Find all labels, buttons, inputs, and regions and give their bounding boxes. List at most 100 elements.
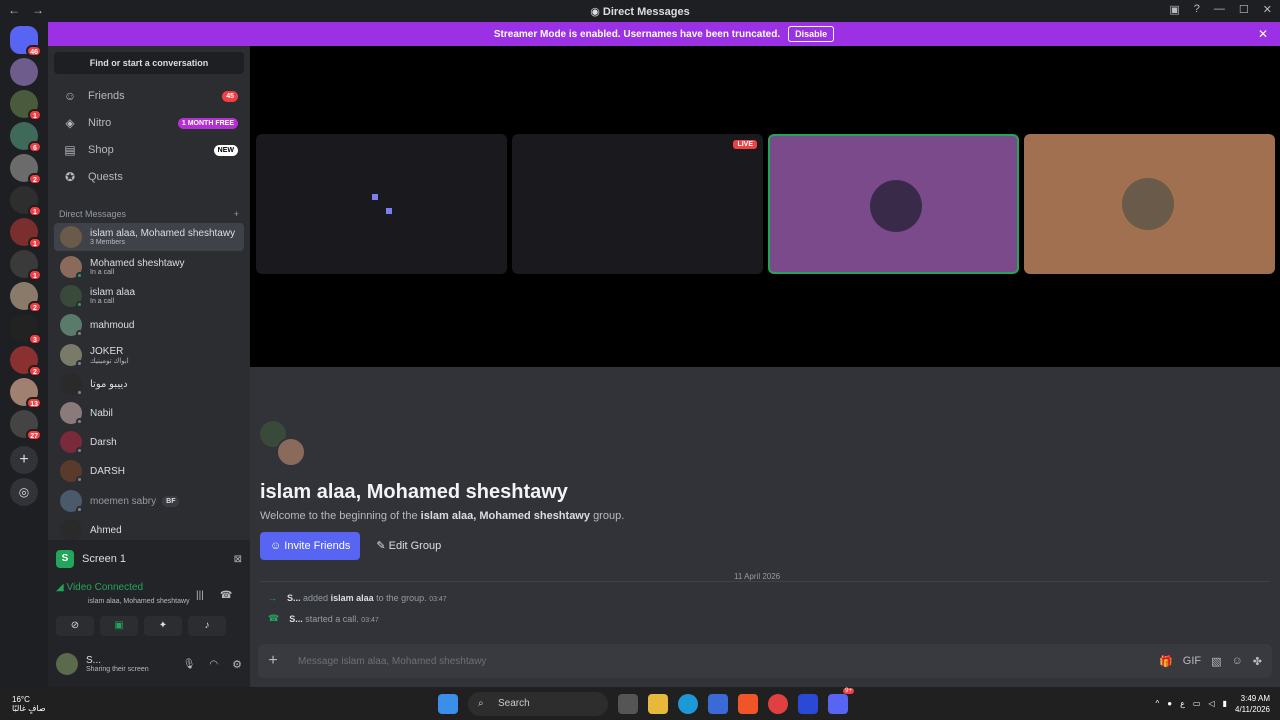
screen-share-button[interactable]: ▣ <box>100 616 138 636</box>
gif-icon[interactable]: GIF <box>1183 655 1201 667</box>
battery-icon[interactable]: ▮ <box>1223 699 1227 708</box>
server-icon[interactable]: 1 <box>10 90 42 121</box>
invite-friends-button[interactable]: ☺ Invite Friends <box>260 532 361 560</box>
banner-text: Streamer Mode is enabled. Usernames have… <box>493 28 781 40</box>
sticker-icon[interactable]: ▧ <box>1211 655 1221 668</box>
call-tile[interactable] <box>768 134 1019 274</box>
task-view-icon[interactable] <box>618 693 638 714</box>
server-icon[interactable]: 13 <box>10 378 42 409</box>
msg-user[interactable]: S... <box>287 593 301 603</box>
weather-desc: صافٍ غالبًا <box>12 703 46 713</box>
soundboard-button[interactable]: ♪ <box>188 616 226 636</box>
mic-tray-icon[interactable]: ● <box>1167 699 1172 708</box>
volume-icon[interactable]: ◁ <box>1208 699 1214 708</box>
create-dm-icon[interactable]: + <box>234 209 239 219</box>
dm-item[interactable]: JOKER ابواك تومينيك <box>54 341 244 369</box>
mic-icon[interactable]: 🎙 <box>183 659 196 670</box>
disconnect-icon[interactable]: ☎ <box>220 590 232 601</box>
status-dot <box>76 360 83 367</box>
avatar <box>60 226 82 248</box>
weather-widget[interactable]: 16°C صافٍ غالبًا <box>12 695 46 713</box>
server-icon[interactable]: 2 <box>10 346 42 377</box>
clock[interactable]: 3:49 AM 4/11/2026 <box>1235 693 1270 715</box>
msg-user[interactable]: S... <box>289 614 303 624</box>
disable-button[interactable]: Disable <box>788 26 835 42</box>
dm-item[interactable]: mahmoud <box>54 311 244 339</box>
nav-friends[interactable]: ☺ Friends 45 <box>54 84 244 108</box>
live-badge: LIVE <box>733 140 757 149</box>
nav-label: Shop <box>88 144 114 156</box>
gift-icon[interactable]: 🎁 <box>1159 655 1173 668</box>
server-icon[interactable]: 2 <box>10 154 42 185</box>
dm-item[interactable]: islam alaa, Mohamed sheshtawy 3 Members <box>54 223 244 251</box>
msg-target[interactable]: islam alaa <box>331 593 374 603</box>
dm-item[interactable]: DARSH <box>54 457 244 485</box>
weather-temp: 16°C <box>12 694 30 704</box>
file-explorer-icon[interactable] <box>648 693 668 714</box>
server-icon[interactable] <box>10 58 38 86</box>
invite-label: Invite Friends <box>284 540 351 552</box>
server-icon[interactable]: 6 <box>10 122 42 153</box>
store-icon[interactable] <box>708 693 728 714</box>
status-dot <box>76 506 83 513</box>
search-icon: ⌕ <box>478 697 484 709</box>
server-badge: 3 <box>28 333 42 345</box>
message-input[interactable]: Message islam alaa, Mohamed sheshtawy <box>298 656 1159 667</box>
dm-item[interactable]: Nabil <box>54 399 244 427</box>
apps-icon[interactable]: ✤ <box>1253 655 1262 668</box>
server-icon[interactable]: 1 <box>10 186 42 217</box>
settings-gear-icon[interactable]: ⚙ <box>232 658 242 671</box>
help-icon[interactable]: ? <box>1194 3 1200 16</box>
discover-icon[interactable]: ◎ <box>10 478 38 506</box>
camera-off-button[interactable]: ⊘ <box>56 616 94 636</box>
server-icon[interactable]: 1 <box>10 218 42 249</box>
dm-item[interactable]: moemen sabry BF <box>54 487 244 515</box>
friends-badge: 45 <box>222 90 238 102</box>
clock-time: 3:49 AM <box>1240 693 1270 703</box>
emoji-icon[interactable]: ☺ <box>1232 655 1243 667</box>
close-banner-icon[interactable]: ✕ <box>1258 27 1268 41</box>
home-button[interactable]: 46 <box>10 26 42 57</box>
network-icon[interactable]: ▭ <box>1193 699 1201 708</box>
add-server-icon[interactable]: + <box>10 446 38 474</box>
dm-item[interactable]: Mohamed sheshtawy In a call <box>54 253 244 281</box>
avatar[interactable] <box>56 653 78 675</box>
nav-nitro[interactable]: ◈ Nitro 1 MONTH FREE <box>54 111 244 135</box>
headphones-icon[interactable]: ◠ <box>209 659 218 670</box>
chrome-icon[interactable] <box>768 693 788 714</box>
language-indicator[interactable]: ع <box>1180 699 1185 708</box>
nav-quests[interactable]: ✪ Quests <box>54 165 244 189</box>
dm-sub: In a call <box>90 269 115 276</box>
server-icon[interactable]: 1 <box>10 250 42 281</box>
find-conversation-button[interactable]: Find or start a conversation <box>54 52 244 74</box>
inbox-icon[interactable]: ▣ <box>1169 3 1179 16</box>
edge-icon[interactable] <box>678 693 698 714</box>
server-icon[interactable]: 3 <box>10 314 42 345</box>
discord-logo-icon: ◉ <box>590 5 603 18</box>
noise-icon[interactable]: ||| <box>196 590 204 601</box>
dm-item[interactable]: islam alaa In a call <box>54 282 244 310</box>
brave-icon[interactable] <box>738 693 758 714</box>
activities-button[interactable]: ✦ <box>144 616 182 636</box>
windows-start-icon[interactable] <box>438 693 458 714</box>
close-window-icon[interactable]: ✕ <box>1263 3 1272 16</box>
call-tile[interactable]: LIVE <box>512 134 763 274</box>
attach-plus-icon[interactable]: + <box>258 652 288 670</box>
taskbar-search[interactable]: ⌕ Search <box>468 691 608 716</box>
nav-shop[interactable]: ▤ Shop NEW <box>54 138 244 162</box>
discord-taskbar-icon[interactable]: 9+ <box>828 687 854 714</box>
call-tile[interactable] <box>256 134 507 274</box>
edit-group-button[interactable]: ✎ Edit Group <box>366 532 452 560</box>
server-icon[interactable]: 27 <box>10 410 42 441</box>
server-icon[interactable]: 2 <box>10 282 42 313</box>
maximize-icon[interactable]: ☐ <box>1239 3 1249 16</box>
dm-item[interactable]: Darsh <box>54 428 244 456</box>
server-badge: 2 <box>28 301 42 313</box>
minimize-icon[interactable]: — <box>1214 3 1225 16</box>
call-tile[interactable] <box>1024 134 1275 274</box>
chevron-up-icon[interactable]: ^ <box>1155 699 1159 708</box>
ea-app-icon[interactable] <box>798 693 818 714</box>
voice-channel[interactable]: islam alaa, Mohamed sheshtawy <box>88 598 190 605</box>
dm-item[interactable]: دييبو موتا <box>54 370 244 398</box>
stop-screen-icon[interactable]: ⊠ <box>234 554 242 565</box>
